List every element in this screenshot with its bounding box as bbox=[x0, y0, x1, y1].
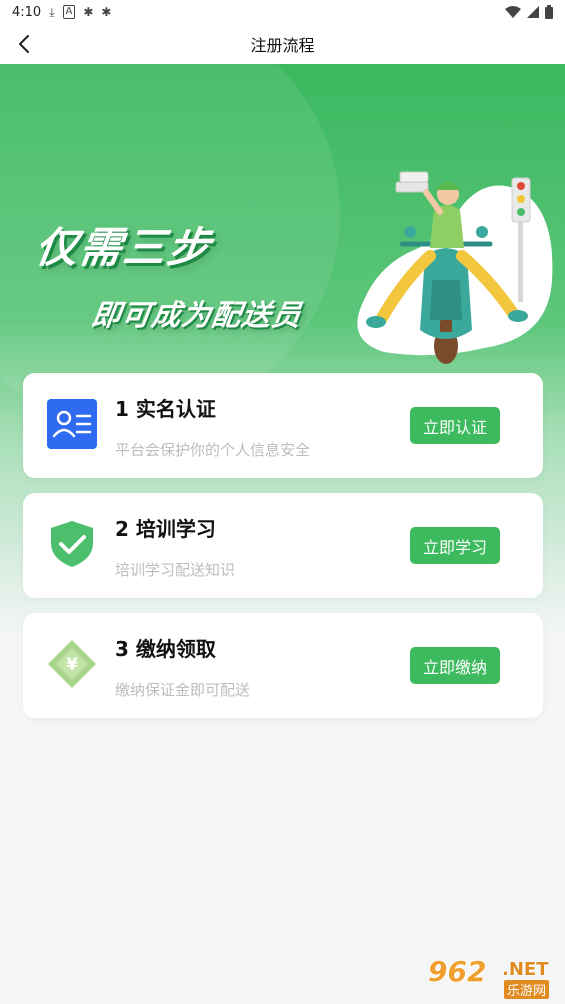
step-card-verify: 1 实名认证 平台会保护你的个人信息安全 立即认证 bbox=[23, 373, 543, 478]
bug-icon: ✱ bbox=[101, 5, 112, 19]
step-subtitle: 平台会保护你的个人信息安全 bbox=[115, 441, 311, 459]
step-title: 3 缴纳领取 bbox=[115, 637, 216, 661]
step-title: 1 实名认证 bbox=[115, 397, 216, 421]
study-now-button[interactable]: 立即学习 bbox=[410, 527, 500, 564]
site-watermark: 962 .NET 乐游网 bbox=[428, 955, 558, 999]
status-bar: 4:10 ⤓ A ✱ ✱ bbox=[0, 0, 565, 24]
pay-now-button[interactable]: 立即缴纳 bbox=[410, 647, 500, 684]
download-icon: ⤓ bbox=[49, 4, 55, 19]
step-card-training: 2 培训学习 培训学习配送知识 立即学习 bbox=[23, 493, 543, 598]
step-card-payment: ¥ 3 缴纳领取 缴纳保证金即可配送 立即缴纳 bbox=[23, 613, 543, 718]
battery-icon bbox=[545, 5, 553, 19]
page-title: 注册流程 bbox=[250, 36, 315, 55]
shield-check-icon bbox=[51, 521, 93, 567]
delivery-rider-illustration bbox=[357, 171, 553, 364]
chevron-left-icon bbox=[19, 35, 29, 53]
id-card-icon bbox=[47, 399, 97, 449]
signal-icon bbox=[527, 6, 539, 18]
a-icon: A bbox=[62, 5, 76, 19]
hero-slogan-line1: 仅需三步 bbox=[32, 223, 216, 272]
svg-text:¥: ¥ bbox=[66, 655, 78, 675]
bug-icon: ✱ bbox=[83, 5, 94, 19]
step-title: 2 培训学习 bbox=[115, 517, 216, 541]
wifi-icon bbox=[505, 6, 521, 18]
verify-now-button[interactable]: 立即认证 bbox=[410, 407, 500, 444]
nav-bar: 注册流程 bbox=[0, 24, 565, 64]
status-left: 4:10 ⤓ A ✱ ✱ bbox=[12, 5, 111, 20]
watermark-domain: .NET bbox=[502, 959, 549, 980]
hero-slogan-line2: 即可成为配送员 bbox=[89, 298, 305, 332]
step-subtitle: 培训学习配送知识 bbox=[115, 561, 236, 579]
yuan-diamond-icon: ¥ bbox=[48, 640, 96, 688]
status-right bbox=[505, 5, 553, 19]
back-button[interactable] bbox=[8, 28, 40, 60]
watermark-number: 962 bbox=[428, 955, 487, 988]
status-time: 4:10 bbox=[12, 4, 42, 20]
step-subtitle: 缴纳保证金即可配送 bbox=[115, 681, 251, 699]
watermark-name: 乐游网 bbox=[504, 980, 550, 999]
